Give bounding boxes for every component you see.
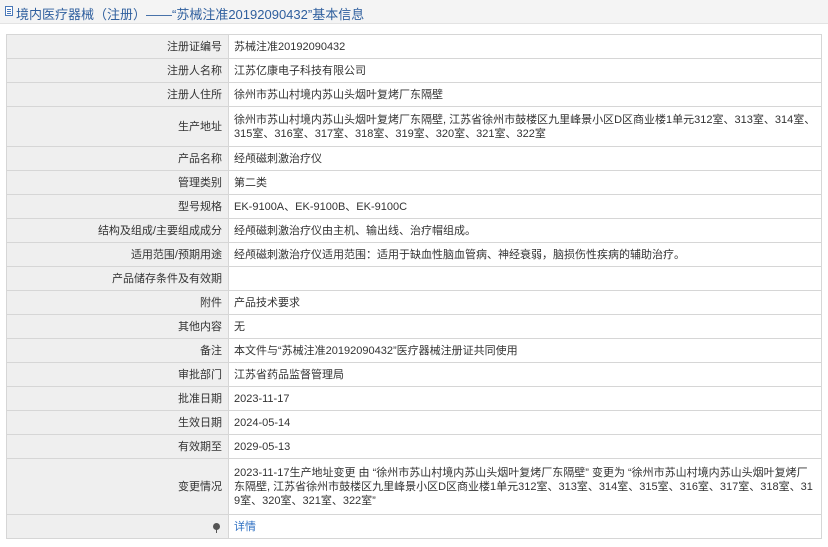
table-row: 变更情况 2023-11-17生产地址变更 由 “徐州市苏山村境内苏山头烟叶复烤… xyxy=(6,458,822,515)
row-label: 变更情况 xyxy=(6,458,229,515)
table-row: 备注 本文件与“苏械注准20192090432”医疗器械注册证共同使用 xyxy=(6,338,822,363)
table-row: 附件 产品技术要求 xyxy=(6,290,822,315)
row-value: 经颅磁刺激治疗仪 xyxy=(228,146,822,171)
table-row: 注册人住所 徐州市苏山村境内苏山头烟叶复烤厂东隔壁 xyxy=(6,82,822,107)
table-row: 管理类别 第二类 xyxy=(6,170,822,195)
row-label: 产品名称 xyxy=(6,146,229,171)
row-value: 2029-05-13 xyxy=(228,434,822,459)
footer-row-value: 详情 xyxy=(228,514,822,539)
row-value: 第二类 xyxy=(228,170,822,195)
row-label: 管理类别 xyxy=(6,170,229,195)
table-row: 注册人名称 江苏亿康电子科技有限公司 xyxy=(6,58,822,83)
table-row: 详情 xyxy=(6,514,822,539)
row-value: 经颅磁刺激治疗仪适用范围：适用于缺血性脑血管病、神经衰弱，脑损伤性疾病的辅助治疗… xyxy=(228,242,822,267)
table-row: 型号规格 EK-9100A、EK-9100B、EK-9100C xyxy=(6,194,822,219)
row-value: EK-9100A、EK-9100B、EK-9100C xyxy=(228,194,822,219)
page-header: 境内医疗器械（注册）——“苏械注准20192090432”基本信息 xyxy=(0,0,828,24)
table-row: 审批部门 江苏省药品监督管理局 xyxy=(6,362,822,387)
table-row: 生产地址 徐州市苏山村境内苏山头烟叶复烤厂东隔壁, 江苏省徐州市鼓楼区九里峰景小… xyxy=(6,106,822,147)
row-label: 其他内容 xyxy=(6,314,229,339)
row-label: 附件 xyxy=(6,290,229,315)
row-label: 注册人名称 xyxy=(6,58,229,83)
table-row: 产品名称 经颅磁刺激治疗仪 xyxy=(6,146,822,171)
table-row: 批准日期 2023-11-17 xyxy=(6,386,822,411)
row-label: 有效期至 xyxy=(6,434,229,459)
row-value: 苏械注准20192090432 xyxy=(228,34,822,59)
table-row: 注册证编号 苏械注准20192090432 xyxy=(6,34,822,59)
row-label: 型号规格 xyxy=(6,194,229,219)
row-value xyxy=(228,266,822,291)
table-row: 适用范围/预期用途 经颅磁刺激治疗仪适用范围：适用于缺血性脑血管病、神经衰弱，脑… xyxy=(6,242,822,267)
info-table: 注册证编号 苏械注准20192090432 注册人名称 江苏亿康电子科技有限公司… xyxy=(6,34,822,539)
row-value: 江苏亿康电子科技有限公司 xyxy=(228,58,822,83)
row-label: 注册人住所 xyxy=(6,82,229,107)
row-label: 生产地址 xyxy=(6,106,229,147)
row-label: 审批部门 xyxy=(6,362,229,387)
table-row: 其他内容 无 xyxy=(6,314,822,339)
table-row: 有效期至 2029-05-13 xyxy=(6,434,822,459)
pin-icon xyxy=(213,522,220,533)
row-label: 结构及组成/主要组成成分 xyxy=(6,218,229,243)
row-label: 适用范围/预期用途 xyxy=(6,242,229,267)
row-label: 批准日期 xyxy=(6,386,229,411)
page-title: 境内医疗器械（注册）——“苏械注准20192090432”基本信息 xyxy=(16,7,365,22)
row-label: 产品储存条件及有效期 xyxy=(6,266,229,291)
row-value: 产品技术要求 xyxy=(228,290,822,315)
row-value: 2023-11-17生产地址变更 由 “徐州市苏山村境内苏山头烟叶复烤厂东隔壁”… xyxy=(228,458,822,515)
detail-link[interactable]: 详情 xyxy=(234,521,256,533)
row-value: 江苏省药品监督管理局 xyxy=(228,362,822,387)
table-row: 结构及组成/主要组成成分 经颅磁刺激治疗仪由主机、输出线、治疗帽组成。 xyxy=(6,218,822,243)
row-label: 注册证编号 xyxy=(6,34,229,59)
table-row: 产品储存条件及有效期 xyxy=(6,266,822,291)
table-row: 生效日期 2024-05-14 xyxy=(6,410,822,435)
row-value: 无 xyxy=(228,314,822,339)
row-value: 经颅磁刺激治疗仪由主机、输出线、治疗帽组成。 xyxy=(228,218,822,243)
row-value: 本文件与“苏械注准20192090432”医疗器械注册证共同使用 xyxy=(228,338,822,363)
row-value: 徐州市苏山村境内苏山头烟叶复烤厂东隔壁 xyxy=(228,82,822,107)
footer-row-label xyxy=(6,514,229,539)
document-icon xyxy=(5,6,13,16)
row-value: 2024-05-14 xyxy=(228,410,822,435)
row-value: 徐州市苏山村境内苏山头烟叶复烤厂东隔壁, 江苏省徐州市鼓楼区九里峰景小区D区商业… xyxy=(228,106,822,147)
row-value: 2023-11-17 xyxy=(228,386,822,411)
row-label: 备注 xyxy=(6,338,229,363)
row-label: 生效日期 xyxy=(6,410,229,435)
